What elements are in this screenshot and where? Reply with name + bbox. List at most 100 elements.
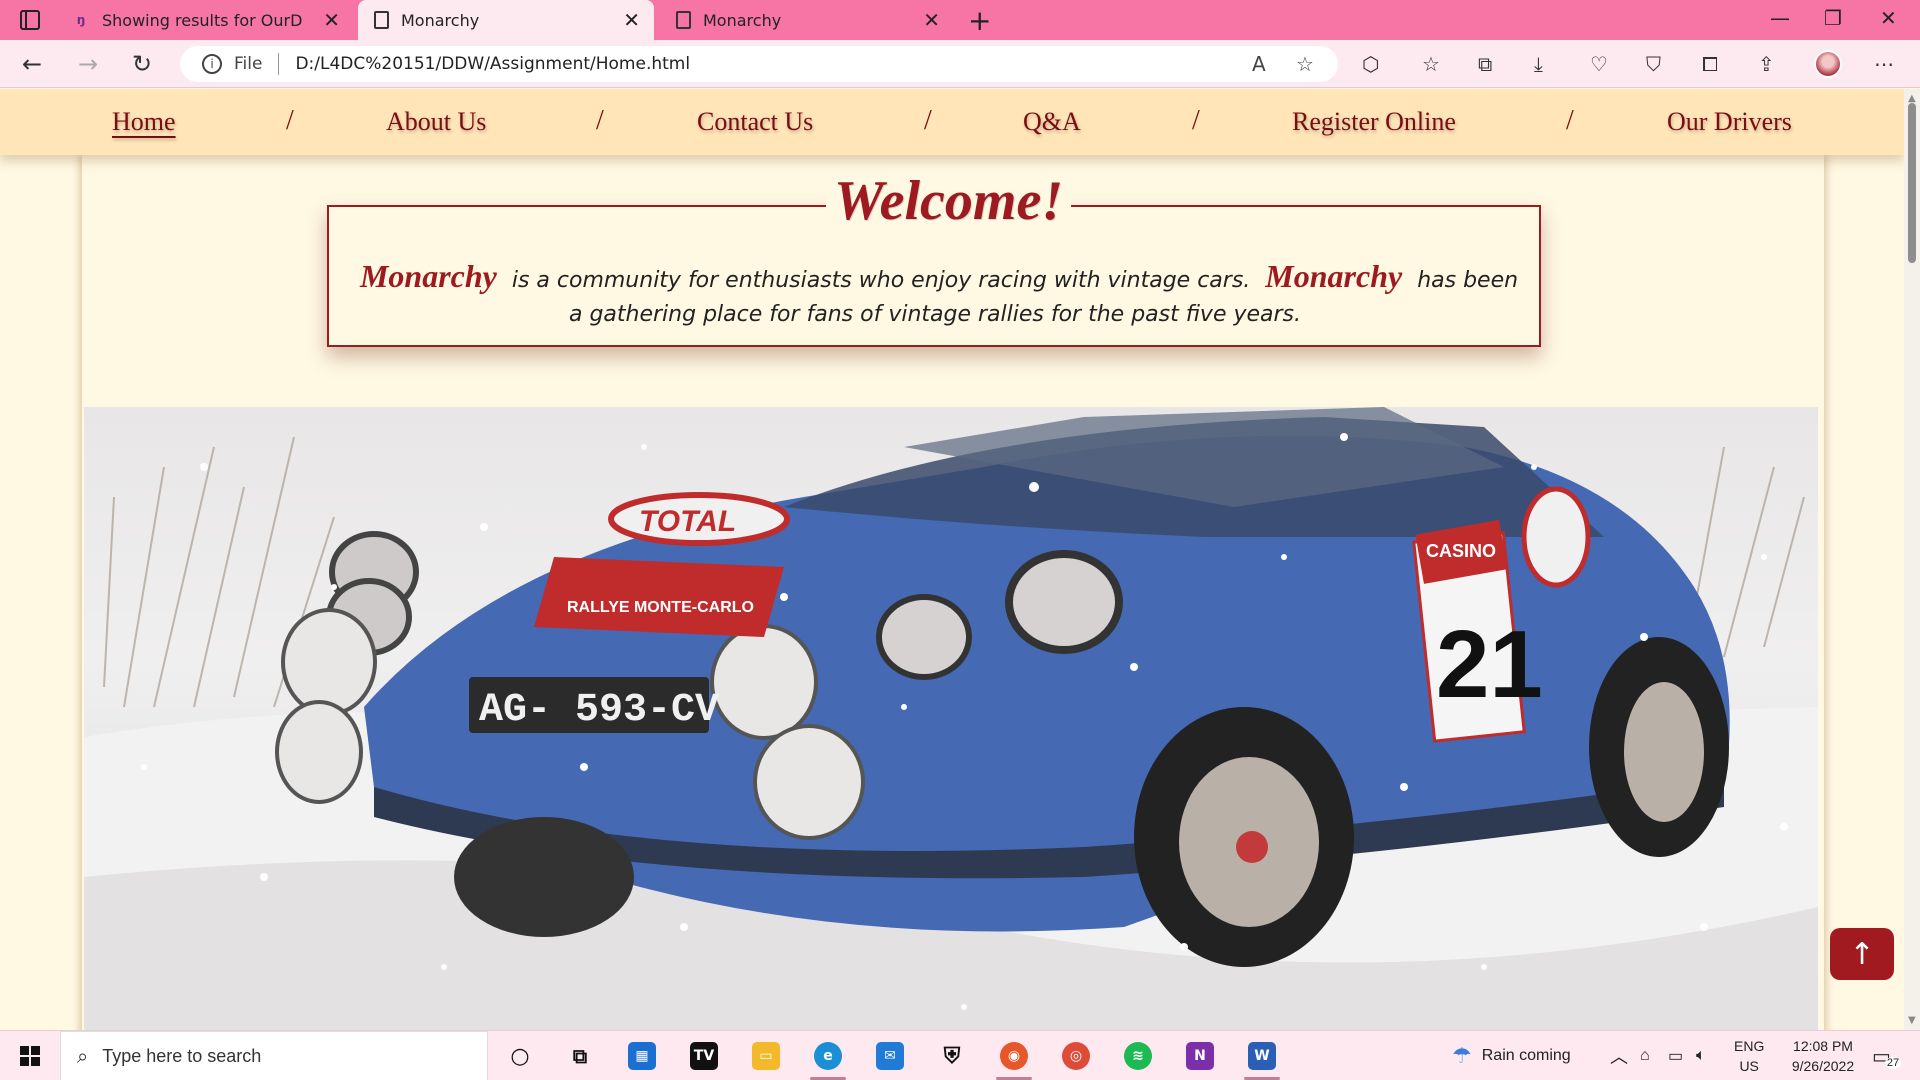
back-icon[interactable]: ← bbox=[22, 50, 42, 78]
search-placeholder: Type here to search bbox=[102, 1045, 262, 1066]
favorites-icon[interactable]: ☆ bbox=[1422, 52, 1440, 76]
spotify-icon[interactable]: ≋ bbox=[1124, 1042, 1152, 1070]
scheme-label: File bbox=[234, 54, 263, 74]
tab-title: Monarchy bbox=[401, 10, 480, 30]
browser-tab-active[interactable]: Monarchy ✕ bbox=[358, 0, 654, 40]
nav-separator: / bbox=[1192, 105, 1200, 136]
edge-icon[interactable]: e bbox=[810, 1042, 846, 1080]
downloads-icon[interactable]: ⤓ bbox=[1534, 52, 1543, 76]
share-icon[interactable]: ⇪ bbox=[1758, 52, 1775, 76]
notification-center-icon[interactable]: ▭ 27 bbox=[1872, 1031, 1902, 1080]
nav-separator: / bbox=[596, 105, 604, 136]
close-tab-icon[interactable]: ✕ bbox=[923, 8, 940, 32]
refresh-icon[interactable]: ↻ bbox=[132, 50, 152, 78]
windows-start-icon[interactable] bbox=[20, 1046, 40, 1066]
nav-link-our-drivers[interactable]: Our Drivers bbox=[1667, 107, 1792, 137]
task-view-icon[interactable]: ⧉ bbox=[566, 1042, 594, 1070]
nav-separator: / bbox=[924, 105, 932, 136]
tradingview-icon[interactable]: TV bbox=[690, 1042, 718, 1070]
windows-taskbar: ⌕ Type here to search ○ ⧉ ▦ TV ▭ e ✉ ⛨ ◉… bbox=[0, 1030, 1920, 1080]
taskbar-search-box[interactable]: ⌕ Type here to search bbox=[60, 1031, 488, 1080]
notification-count: 27 bbox=[1884, 1057, 1902, 1069]
page-viewport: Home / About Us / Contact Us / Q&A / Reg… bbox=[0, 89, 1904, 1030]
license-plate-text: AG- 593-CV bbox=[479, 688, 719, 733]
meet-now-icon[interactable]: ⌂ bbox=[1640, 1031, 1650, 1080]
onenote-icon[interactable]: N bbox=[1186, 1042, 1214, 1070]
tab-title: Monarchy bbox=[703, 10, 782, 30]
nav-link-qa[interactable]: Q&A bbox=[1023, 107, 1081, 137]
url-text[interactable]: D:/L4DC%20151/DDW/Assignment/Home.html bbox=[295, 54, 690, 74]
browser-toolbar: ← → ↻ i File D:/L4DC%20151/DDW/Assignmen… bbox=[0, 40, 1920, 88]
total-door-sticker bbox=[1521, 486, 1591, 588]
arrow-up-icon: ↑ bbox=[1849, 936, 1875, 972]
workspaces-icon[interactable] bbox=[20, 10, 40, 30]
svg-text:RALLYE MONTE-CARLO: RALLYE MONTE-CARLO bbox=[567, 599, 754, 616]
document-icon bbox=[374, 11, 389, 29]
language-code: ENG bbox=[1734, 1038, 1765, 1054]
read-aloud-icon[interactable]: A bbox=[1252, 52, 1266, 76]
add-favorite-icon[interactable]: ☆ bbox=[1296, 52, 1314, 76]
file-explorer-icon[interactable]: ▭ bbox=[752, 1042, 780, 1070]
mail-icon[interactable]: ✉ bbox=[876, 1042, 904, 1070]
profile-avatar[interactable] bbox=[1814, 50, 1842, 78]
browser-essentials-icon[interactable]: ⛉ bbox=[1646, 52, 1661, 76]
welcome-heading: Welcome! bbox=[826, 169, 1072, 233]
weather-widget[interactable]: ☂ Rain coming bbox=[1452, 1031, 1571, 1080]
close-window-icon[interactable]: ✕ bbox=[1880, 6, 1897, 30]
nav-separator: / bbox=[286, 105, 294, 136]
page-scrollbar[interactable]: ▲ ▼ bbox=[1904, 89, 1920, 1030]
battery-icon[interactable]: ▭ bbox=[1668, 1031, 1683, 1080]
region-code: US bbox=[1739, 1058, 1759, 1074]
cortana-icon[interactable]: ○ bbox=[506, 1042, 534, 1070]
nav-link-contact-us[interactable]: Contact Us bbox=[697, 107, 813, 137]
new-tab-icon[interactable]: + bbox=[968, 4, 991, 37]
forward-icon[interactable]: → bbox=[78, 50, 98, 78]
volume-icon[interactable]: 🔈︎ bbox=[1696, 1031, 1706, 1080]
weather-text: Rain coming bbox=[1481, 1047, 1571, 1064]
rally-monte-carlo-sticker: RALLYE MONTE-CARLO bbox=[534, 557, 784, 637]
store-icon[interactable]: ▦ bbox=[628, 1042, 656, 1070]
total-sticker: TOTAL bbox=[608, 492, 790, 546]
show-hidden-icons-icon[interactable]: ︿ bbox=[1610, 1031, 1628, 1080]
collections-icon[interactable]: ⧉ bbox=[1478, 52, 1492, 76]
welcome-paragraph: Monarchy is a community for enthusiasts … bbox=[350, 259, 1520, 332]
screenshot-icon[interactable]: ⧠ bbox=[1702, 52, 1718, 76]
close-tab-icon[interactable]: ✕ bbox=[623, 8, 640, 32]
extensions-icon[interactable]: ⬡ bbox=[1362, 52, 1379, 76]
input-language[interactable]: ENG US bbox=[1734, 1031, 1764, 1080]
nav-link-about-us[interactable]: About Us bbox=[386, 107, 486, 137]
divider bbox=[278, 53, 280, 75]
minimize-icon[interactable]: — bbox=[1770, 6, 1790, 30]
security-icon[interactable]: ⛨ bbox=[938, 1042, 966, 1070]
nav-link-home[interactable]: Home bbox=[112, 107, 176, 137]
brand-name: Monarchy bbox=[1265, 258, 1403, 294]
address-bar[interactable]: i File D:/L4DC%20151/DDW/Assignment/Home… bbox=[180, 46, 1338, 82]
word-icon[interactable]: W bbox=[1244, 1042, 1280, 1080]
restore-icon[interactable]: ❐ bbox=[1824, 6, 1842, 30]
info-icon[interactable]: i bbox=[202, 54, 222, 74]
svg-text:TOTAL: TOTAL bbox=[639, 505, 736, 538]
nav-separator: / bbox=[1566, 105, 1574, 136]
chrome-icon[interactable]: ◎ bbox=[1062, 1042, 1090, 1070]
browser-tab[interactable]: Monarchy ✕ bbox=[660, 0, 954, 40]
more-options-icon[interactable]: ⋯ bbox=[1874, 52, 1894, 76]
scroll-down-icon[interactable]: ▼ bbox=[1908, 1015, 1916, 1026]
brand-name: Monarchy bbox=[359, 258, 497, 294]
hero-image-rally-car: AG- 593-CV TOTAL RALLYE MONTE-CARLO 21 C… bbox=[84, 407, 1818, 1030]
scrollbar-thumb[interactable] bbox=[1908, 103, 1916, 263]
gif-site-icon: ŋ bbox=[76, 13, 86, 27]
tab-title: Showing results for OurDrivers.h bbox=[102, 10, 302, 30]
back-to-top-button[interactable]: ↑ bbox=[1830, 928, 1894, 980]
close-tab-icon[interactable]: ✕ bbox=[323, 8, 340, 32]
browser-tab-strip: ŋ Showing results for OurDrivers.h ✕ Mon… bbox=[0, 0, 1920, 40]
svg-text:21: 21 bbox=[1436, 611, 1543, 718]
search-icon: ⌕ bbox=[77, 1044, 89, 1068]
nav-link-register-online[interactable]: Register Online bbox=[1292, 107, 1456, 137]
document-icon bbox=[676, 11, 691, 29]
firefox-icon[interactable]: ◉ bbox=[996, 1042, 1032, 1080]
clock[interactable]: 12:08 PM 9/26/2022 bbox=[1778, 1031, 1868, 1080]
welcome-text-part1: is a community for enthusiasts who enjoy… bbox=[511, 268, 1251, 293]
performance-icon[interactable]: ♡ bbox=[1590, 52, 1608, 76]
rally-car-illustration: AG- 593-CV TOTAL RALLYE MONTE-CARLO 21 C… bbox=[84, 407, 1818, 1030]
browser-tab[interactable]: ŋ Showing results for OurDrivers.h ✕ bbox=[64, 0, 354, 40]
